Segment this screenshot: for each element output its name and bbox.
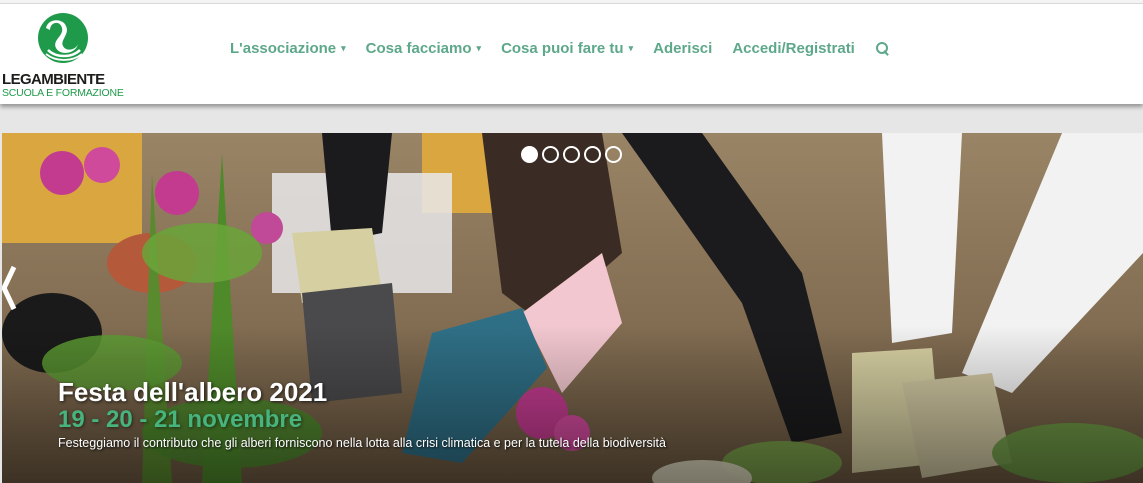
slider-pagination	[521, 146, 626, 163]
slide-caption: Festa dell'albero 2021 19 - 20 - 21 nove…	[58, 377, 666, 450]
brand-subtitle: SCUOLA E FORMAZIONE	[2, 87, 124, 99]
slider-dot-4[interactable]	[584, 146, 601, 163]
slide-title: Festa dell'albero 2021	[58, 377, 328, 407]
main-nav: L'associazione ▾ Cosa facciamo ▾ Cosa pu…	[230, 40, 891, 57]
chevron-down-icon: ▾	[628, 43, 634, 53]
site-logo[interactable]: LEGAMBIENTE SCUOLA E FORMAZIONE	[2, 10, 127, 100]
nav-item-label: Cosa facciamo	[365, 40, 472, 57]
search-icon[interactable]	[875, 41, 891, 57]
nav-item-accedi-registrati[interactable]: Accedi/Registrati	[732, 40, 855, 57]
chevron-down-icon: ▾	[476, 43, 482, 53]
slider-dot-2[interactable]	[542, 146, 559, 163]
slider-dot-5[interactable]	[605, 146, 622, 163]
slider-dot-3[interactable]	[563, 146, 580, 163]
nav-item-label: Accedi/Registrati	[732, 40, 855, 57]
chevron-left-icon[interactable]	[2, 263, 20, 313]
nav-item-cosa-puoi-fare-tu[interactable]: Cosa puoi fare tu ▾	[501, 40, 633, 57]
nav-item-cosa-facciamo[interactable]: Cosa facciamo ▾	[366, 40, 481, 57]
nav-item-aderisci[interactable]: Aderisci	[653, 40, 712, 57]
brand-name: LEGAMBIENTE	[2, 71, 105, 88]
nav-item-label: L'associazione	[230, 40, 337, 57]
nav-item-label: Aderisci	[653, 40, 713, 57]
slide-description: Festeggiamo il contributo che gli alberi…	[58, 436, 666, 450]
nav-item-associazione[interactable]: L'associazione ▾	[230, 40, 346, 57]
swan-logo-icon	[38, 13, 88, 63]
site-header: LEGAMBIENTE SCUOLA E FORMAZIONE L'associ…	[0, 4, 1143, 104]
chevron-down-icon: ▾	[341, 43, 346, 53]
hero-slider: Festa dell'albero 2021 19 - 20 - 21 nove…	[2, 133, 1143, 483]
slider-dot-1[interactable]	[521, 146, 538, 163]
slide-date: 19 - 20 - 21 novembre	[58, 406, 303, 433]
nav-item-label: Cosa puoi fare tu	[501, 40, 624, 57]
